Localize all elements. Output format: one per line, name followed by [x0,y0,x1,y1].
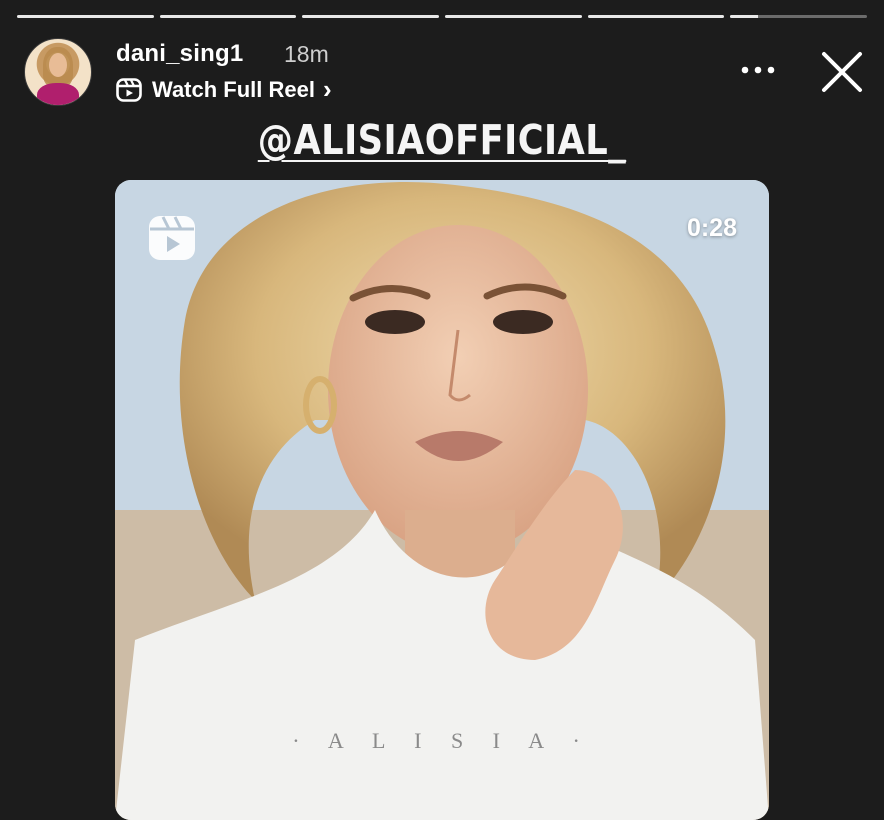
reel-thumbnail-image [115,180,769,820]
watch-full-reel-link[interactable]: Watch Full Reel › [116,74,332,105]
progress-segment [17,15,154,18]
reel-caption: · A L I S I A · [292,728,592,753]
story-progress-bar [17,15,868,18]
username[interactable]: dani_sing1 [116,40,243,68]
reels-icon [116,77,142,102]
avatar[interactable] [24,38,92,106]
story-header: dani_sing1 18m Watch Full Reel › [24,36,864,106]
progress-segment [587,15,725,18]
chevron-right-icon: › [322,74,332,104]
mention-sticker[interactable]: @ALISIAOFFICIAL_ [62,116,822,164]
post-time: 18m [284,41,329,67]
progress-segment [730,15,868,18]
close-icon[interactable] [820,50,864,94]
progress-segment [445,15,582,18]
more-horizontal-icon[interactable] [740,58,776,82]
reel-preview-card[interactable]: 0:28 · A L I S I A · [115,180,769,820]
progress-segment [159,15,297,18]
progress-segment [302,15,440,18]
reels-icon [149,216,195,260]
reel-duration: 0:28 [686,214,737,242]
watch-full-reel-label: Watch Full Reel [152,76,315,102]
